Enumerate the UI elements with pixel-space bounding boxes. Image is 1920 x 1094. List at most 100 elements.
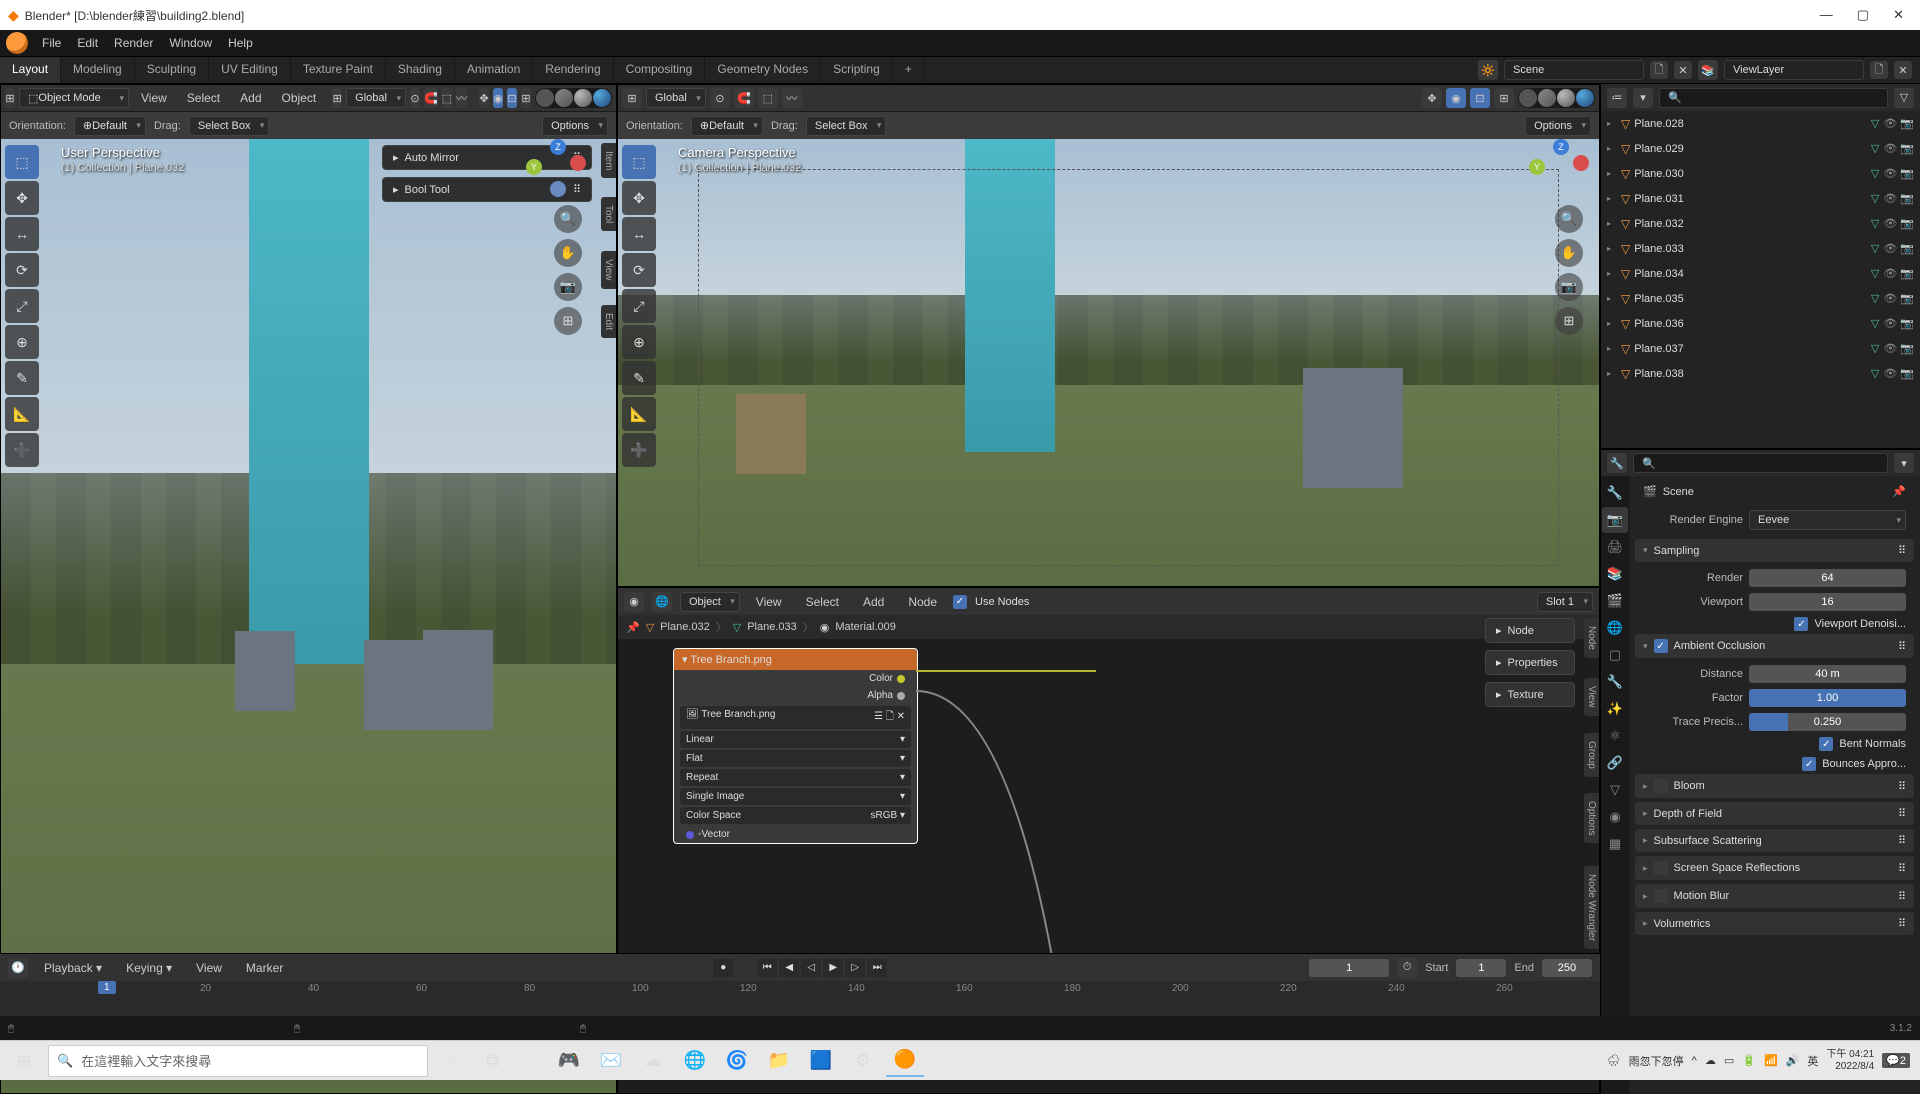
menu-window[interactable]: Window [161,32,220,54]
tray-chevron-icon[interactable]: ^ [1692,1055,1697,1067]
axis-z-icon[interactable]: Z [550,139,566,155]
jump-start-icon[interactable]: ⏮ [757,959,777,977]
outliner-item[interactable]: ▸ ▽ Plane.028 ▽ 👁📷 [1601,111,1920,136]
timeline-track[interactable]: 1 20406080100120140160180200220240260 [0,981,1600,1016]
task-view-icon[interactable]: ⧉ [474,1045,512,1077]
taskbar-app-edge[interactable]: 🌀 [718,1045,756,1077]
weather-icon[interactable]: 🌧 [1607,1054,1621,1067]
chevron-right-icon[interactable]: ▸ [1607,294,1617,303]
tab-material[interactable]: ◉ [1602,804,1628,830]
pan-icon[interactable]: ✋ [1555,239,1583,267]
tray-meet-icon[interactable]: ▭ [1724,1054,1734,1067]
gizmo-icon[interactable]: ✥ [479,88,489,108]
ao-distance-field[interactable]: 40 m [1749,665,1906,683]
disable-render-icon[interactable]: 📷 [1900,142,1914,155]
tab-viewlayer[interactable]: 📚 [1602,561,1628,587]
viewlayer-new-button[interactable]: 🗋 [1870,61,1888,79]
menu-edit[interactable]: Edit [69,32,106,54]
node-projection-dropdown[interactable]: Flat▾ [680,750,911,767]
chevron-right-icon[interactable]: ▸ [1607,119,1617,128]
workspace-tab-animation[interactable]: Animation [455,57,533,83]
chevron-right-icon[interactable]: ▸ [1607,169,1617,178]
xray-icon[interactable]: ⊡ [1470,88,1490,108]
visibility-eye-icon[interactable]: 👁 [1883,217,1897,230]
chevron-right-icon[interactable]: ▸ [1607,244,1617,253]
options-icon[interactable]: ▾ [1894,453,1914,473]
node-panel-texture[interactable]: ▸ Texture [1485,682,1575,707]
tool-select-box[interactable]: ⬚ [5,145,39,179]
workspace-tab-modeling[interactable]: Modeling [61,57,135,83]
options-dropdown[interactable]: Options [542,116,608,136]
transform-orientation-dropdown[interactable]: ⊕ Default [74,116,146,136]
workspace-tab-layout[interactable]: Layout [0,57,61,83]
workspace-tab-add[interactable]: + [893,57,925,83]
scene-new-button[interactable]: 🗋 [1650,61,1668,79]
panel-enable-checkbox[interactable]: ✓ [1654,861,1668,875]
editor-type-icon[interactable]: ≔ [1607,88,1627,108]
blender-logo-icon[interactable] [6,32,28,54]
viewport-denoise-checkbox[interactable]: ✓ [1794,617,1808,631]
panel-motion-blur[interactable]: ▸✓Motion Blur⠿ [1635,884,1914,908]
panel-enable-checkbox[interactable]: ✓ [1654,779,1668,793]
scene-delete-button[interactable]: ✕ [1674,61,1692,79]
viewport-left-canvas[interactable] [618,139,1599,586]
tool-annotate[interactable]: ✎ [5,361,39,395]
ao-enable-checkbox[interactable]: ✓ [1654,639,1668,653]
axis-x-icon[interactable] [1573,155,1589,171]
chevron-right-icon[interactable]: ▸ [1607,369,1617,378]
menu-render[interactable]: Render [106,32,161,54]
node-output-color[interactable]: Color [674,670,917,687]
tab-scene[interactable]: 🎬 [1602,588,1628,614]
node-panel-node[interactable]: ▸ Node [1485,618,1575,643]
proportional-icon[interactable]: 〰 [782,88,802,108]
node-menu-add[interactable]: Add [855,591,892,613]
tool-move[interactable]: ↔ [5,217,39,251]
chevron-right-icon[interactable]: ▸ [1607,194,1617,203]
timeline-menu-marker[interactable]: Marker [238,957,291,979]
tab-render[interactable]: 📷 [1602,507,1628,533]
object-icon[interactable]: ▽ [646,621,654,634]
workspace-tab-rendering[interactable]: Rendering [533,57,613,83]
weather-text[interactable]: 雨忽下忽停 [1629,1053,1684,1069]
tray-onedrive-icon[interactable]: ☁ [1705,1054,1716,1067]
disable-render-icon[interactable]: 📷 [1900,217,1914,230]
crumb-mesh[interactable]: Plane.033 [747,621,797,633]
disable-render-icon[interactable]: 📷 [1900,292,1914,305]
navigation-gizmo[interactable]: Z Y [1535,143,1587,195]
display-mode-icon[interactable]: ▾ [1633,88,1653,108]
ao-factor-field[interactable]: 1.00 [1749,689,1906,707]
close-button[interactable]: ✕ [1893,7,1904,23]
taskbar-app-steam[interactable]: ⚙ [844,1045,882,1077]
play-icon[interactable]: ▶ [823,959,843,977]
workspace-tab-texture[interactable]: Texture Paint [291,57,386,83]
outliner-search[interactable]: 🔍 [1659,88,1888,108]
tool-cursor[interactable]: ✥ [622,181,656,215]
npanel-tab-tool[interactable]: Tool [601,197,616,231]
tool-rotate[interactable]: ⟳ [5,253,39,287]
render-samples-field[interactable]: 64 [1749,569,1906,587]
workspace-tab-sculpting[interactable]: Sculpting [135,57,209,83]
visibility-eye-icon[interactable]: 👁 [1883,342,1897,355]
chevron-right-icon[interactable]: ▸ [1607,219,1617,228]
ao-bent-normals-checkbox[interactable]: ✓ [1819,737,1833,751]
camera-view-icon[interactable]: 📷 [554,273,582,301]
visibility-eye-icon[interactable]: 👁 [1883,167,1897,180]
render-engine-dropdown[interactable]: Eevee [1749,510,1906,530]
panel-sampling[interactable]: ▾Sampling⠿ [1635,539,1914,562]
node-source-dropdown[interactable]: Single Image▾ [680,788,911,805]
overlays-icon[interactable]: ◉ [1446,88,1466,108]
visibility-eye-icon[interactable]: 👁 [1883,292,1897,305]
tab-modifiers[interactable]: 🔧 [1602,669,1628,695]
pivot-icon[interactable]: ⊙ [410,88,420,108]
orientation-dropdown[interactable]: Global [646,88,706,108]
timeline-menu-keying[interactable]: Keying ▾ [118,957,180,979]
tray-ime-label[interactable]: 英 [1807,1053,1818,1069]
disable-render-icon[interactable]: 📷 [1900,317,1914,330]
taskbar-app-explorer[interactable]: 📁 [760,1045,798,1077]
shader-object-dropdown[interactable]: Object [680,592,740,612]
pin-icon[interactable]: 📌 [1892,485,1906,498]
menu-help[interactable]: Help [220,32,261,54]
panel-volumetrics[interactable]: ▸Volumetrics⠿ [1635,912,1914,935]
chevron-right-icon[interactable]: ▸ [1607,144,1617,153]
chevron-right-icon[interactable]: ▸ [1607,344,1617,353]
